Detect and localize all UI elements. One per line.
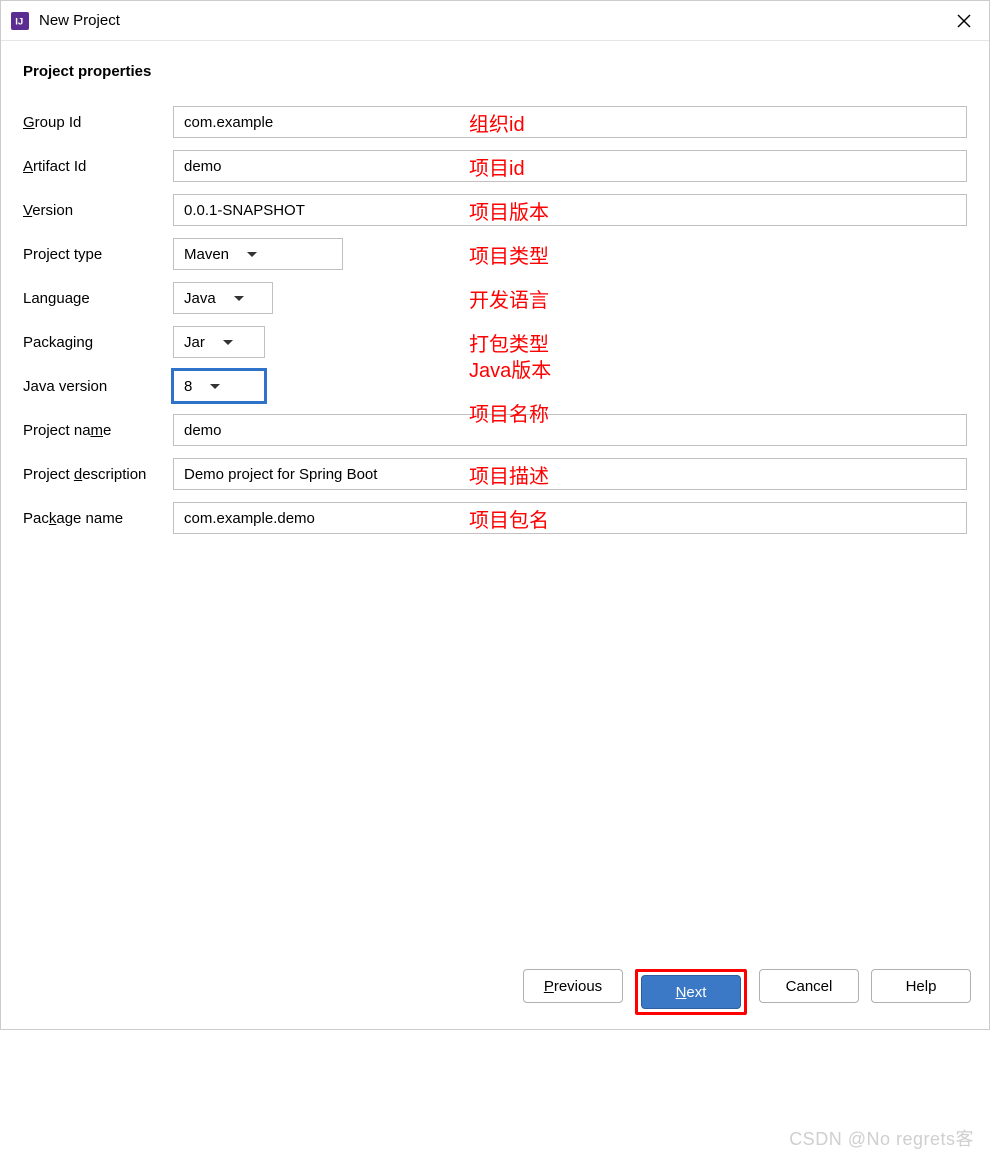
input-artifact-id[interactable] [173, 150, 967, 182]
help-button[interactable]: Help [871, 969, 971, 1003]
row-project-type: Project type Maven 项目类型 [23, 238, 967, 270]
select-packaging[interactable]: Jar [173, 326, 265, 358]
label-project-type: Project type [23, 246, 173, 263]
page-heading: Project properties [1, 41, 989, 88]
previous-button[interactable]: Previous [523, 969, 623, 1003]
input-version[interactable] [173, 194, 967, 226]
close-icon [957, 14, 971, 28]
chevron-down-icon [247, 252, 257, 257]
chevron-down-icon [234, 296, 244, 301]
watermark: CSDN @No regrets客 [789, 1125, 974, 1151]
label-packaging: Packaging [23, 334, 173, 351]
label-group-id: Group Id [23, 114, 173, 131]
label-project-name: Project name [23, 422, 173, 439]
chevron-down-icon [210, 384, 220, 389]
input-group-id[interactable] [173, 106, 967, 138]
cancel-button[interactable]: Cancel [759, 969, 859, 1003]
label-package-name: Package name [23, 510, 173, 527]
label-artifact-id: Artifact Id [23, 158, 173, 175]
next-button[interactable]: Next [641, 975, 741, 1009]
input-package-name[interactable] [173, 502, 967, 534]
svg-text:IJ: IJ [15, 16, 23, 26]
label-version: Version [23, 202, 173, 219]
select-project-type[interactable]: Maven [173, 238, 343, 270]
label-project-description: Project description [23, 466, 173, 483]
window-title: New Project [39, 12, 120, 29]
row-version: Version 项目版本 [23, 194, 967, 226]
label-java-version: Java version [23, 378, 173, 395]
select-language-value: Java [184, 290, 216, 307]
input-project-name[interactable] [173, 414, 967, 446]
row-package-name: Package name 项目包名 [23, 502, 967, 534]
next-button-highlight: Next [635, 969, 747, 1015]
row-java-version: Java version 8 Java版本 [23, 370, 967, 402]
app-icon: IJ [11, 12, 29, 30]
form: Group Id 组织id Artifact Id 项目id Version 项… [1, 88, 989, 546]
row-language: Language Java 开发语言 [23, 282, 967, 314]
titlebar: IJ New Project [1, 1, 989, 41]
row-group-id: Group Id 组织id [23, 106, 967, 138]
select-language[interactable]: Java [173, 282, 273, 314]
button-bar: Previous Next Cancel Help [1, 969, 989, 1015]
chevron-down-icon [223, 340, 233, 345]
select-packaging-value: Jar [184, 334, 205, 351]
row-artifact-id: Artifact Id 项目id [23, 150, 967, 182]
row-project-description: Project description 项目描述 [23, 458, 967, 490]
new-project-dialog: IJ New Project Project properties Group … [0, 0, 990, 1030]
close-button[interactable] [939, 1, 989, 40]
row-project-name: Project name 项目名称 [23, 414, 967, 446]
select-java-version[interactable]: 8 [173, 370, 265, 402]
label-language: Language [23, 290, 173, 307]
select-java-version-value: 8 [184, 378, 192, 395]
select-project-type-value: Maven [184, 246, 229, 263]
row-packaging: Packaging Jar 打包类型 [23, 326, 967, 358]
input-project-description[interactable] [173, 458, 967, 490]
